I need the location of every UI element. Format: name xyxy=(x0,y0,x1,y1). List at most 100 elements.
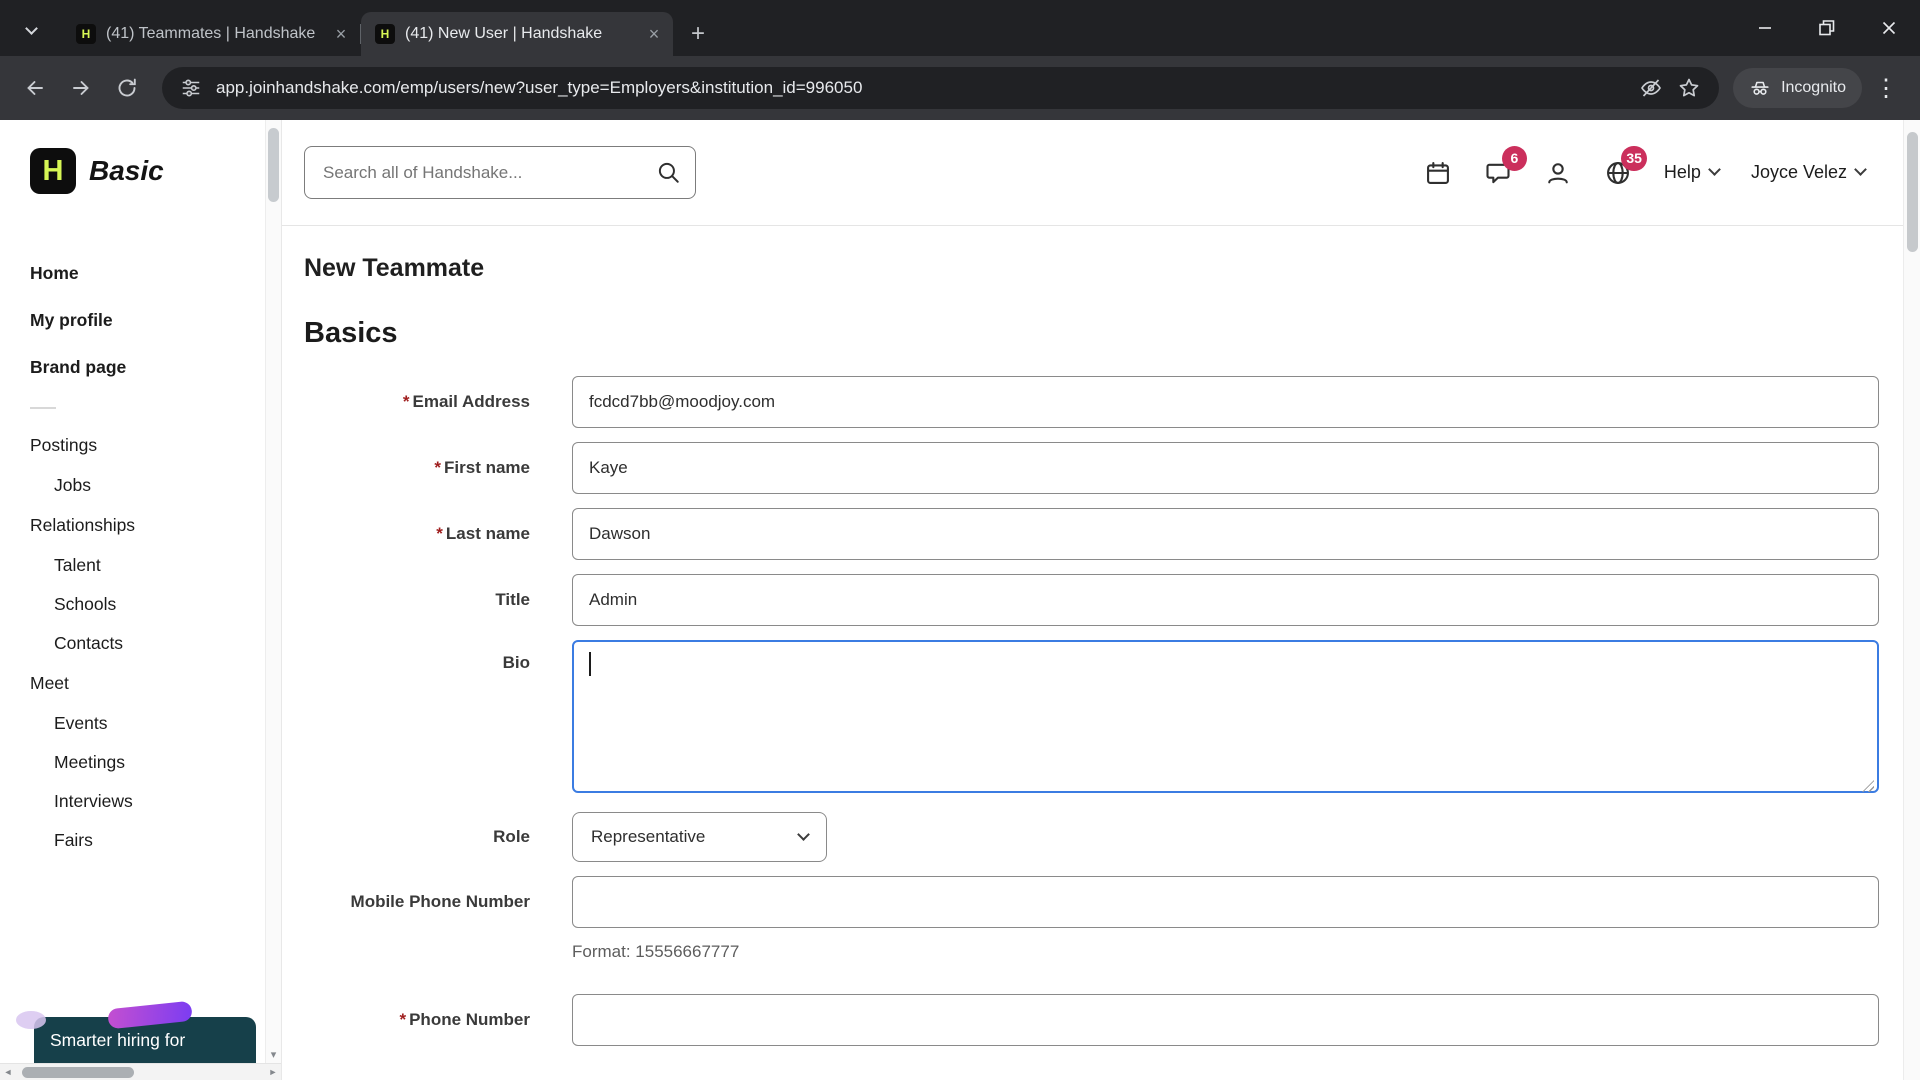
scroll-left-icon[interactable]: ◄ xyxy=(0,1064,16,1080)
forward-button[interactable] xyxy=(60,67,102,109)
reload-button[interactable] xyxy=(106,67,148,109)
sidebar-nav: Home My profile Brand page Postings Jobs… xyxy=(0,250,281,860)
sidebar-item-interviews[interactable]: Interviews xyxy=(0,782,281,821)
logo[interactable]: H Basic xyxy=(30,148,281,194)
scroll-right-icon[interactable]: ► xyxy=(265,1064,281,1080)
url-text[interactable]: app.joinhandshake.com/emp/users/new?user… xyxy=(216,78,1625,98)
tab-close-icon[interactable]: × xyxy=(643,23,665,45)
sidebar-divider xyxy=(30,407,56,409)
browser-menu-button[interactable]: ⋮ xyxy=(1866,74,1906,103)
text-caret xyxy=(589,652,591,676)
restore-button[interactable] xyxy=(1796,0,1858,56)
role-value: Representative xyxy=(591,827,706,846)
email-row: * Email Address xyxy=(282,376,1879,428)
help-label: Help xyxy=(1663,162,1701,182)
required-mark: * xyxy=(436,524,443,543)
bio-field[interactable] xyxy=(572,640,1879,793)
scrollbar-thumb[interactable] xyxy=(268,128,279,202)
restore-icon xyxy=(1819,20,1835,36)
new-teammate-form: *Email Address *First name *Last name Ti… xyxy=(282,376,1903,1046)
tabs: H (41) Teammates | Handshake × H (41) Ne… xyxy=(62,12,715,56)
phone-field[interactable] xyxy=(572,994,1879,1046)
header-icons: 6 35 Help Joyce Velez xyxy=(1424,145,1867,187)
handshake-favicon: H xyxy=(375,24,395,44)
mobile-format-helper: Format: 15556667777 xyxy=(572,942,740,961)
role-select[interactable]: Representative xyxy=(572,812,827,862)
incognito-label: Incognito xyxy=(1781,79,1846,96)
user-menu[interactable]: Joyce Velez xyxy=(1750,162,1867,183)
sidebar-item-meetings[interactable]: Meetings xyxy=(0,743,281,782)
email-control xyxy=(572,376,1879,428)
tab-teammates[interactable]: H (41) Teammates | Handshake × xyxy=(62,12,360,56)
messages-badge: 6 xyxy=(1501,145,1527,171)
chevron-down-icon xyxy=(797,828,810,841)
messages-button[interactable]: 6 xyxy=(1484,145,1527,187)
tab-title: (41) New User | Handshake xyxy=(405,25,603,42)
sidebar-item-brand-page[interactable]: Brand page xyxy=(0,344,281,391)
back-button[interactable] xyxy=(14,67,56,109)
sidebar-item-events[interactable]: Events xyxy=(0,704,281,743)
sidebar-vertical-scrollbar[interactable]: ▾ xyxy=(265,120,281,1063)
email-field[interactable] xyxy=(572,376,1879,428)
calendar-button[interactable] xyxy=(1424,159,1452,187)
mobile-control xyxy=(572,876,1879,928)
scroll-down-icon[interactable]: ▾ xyxy=(266,1049,281,1061)
tab-search-button[interactable] xyxy=(16,13,46,43)
user-name: Joyce Velez xyxy=(1750,162,1847,182)
bio-row: Bio xyxy=(282,640,1879,798)
screen: H (41) Teammates | Handshake × H (41) Ne… xyxy=(0,0,1920,1080)
promo-decoration xyxy=(107,1000,193,1030)
scrollbar-thumb[interactable] xyxy=(1907,132,1918,252)
search xyxy=(304,146,696,199)
sidebar-item-meet[interactable]: Meet xyxy=(0,663,281,704)
profile-button[interactable] xyxy=(1544,159,1572,187)
promo-banner[interactable]: Smarter hiring for xyxy=(16,1000,256,1063)
mobile-field[interactable] xyxy=(572,876,1879,928)
bookmark-star-icon[interactable] xyxy=(1677,76,1701,100)
new-tab-button[interactable]: + xyxy=(681,17,715,51)
eye-off-icon[interactable] xyxy=(1639,76,1663,100)
close-icon xyxy=(1882,21,1896,35)
sidebar-item-postings[interactable]: Postings xyxy=(0,425,281,466)
notifications-button[interactable]: 35 xyxy=(1604,145,1647,187)
mobile-row: Mobile Phone Number xyxy=(282,876,1879,928)
address-bar[interactable]: app.joinhandshake.com/emp/users/new?user… xyxy=(162,67,1720,109)
sidebar-item-my-profile[interactable]: My profile xyxy=(0,297,281,344)
tab-close-icon[interactable]: × xyxy=(330,23,352,45)
main-content: 6 35 Help Joyce Velez New Te xyxy=(282,120,1903,1080)
scrollbar-thumb[interactable] xyxy=(22,1067,134,1078)
first-name-control xyxy=(572,442,1879,494)
title-row: Title xyxy=(282,574,1879,626)
sidebar-item-home[interactable]: Home xyxy=(0,250,281,297)
last-name-field[interactable] xyxy=(572,508,1879,560)
sidebar-item-relationships[interactable]: Relationships xyxy=(0,505,281,546)
sidebar-item-fairs[interactable]: Fairs xyxy=(0,821,281,860)
main-scrollbar[interactable] xyxy=(1903,120,1920,1080)
tab-new-user[interactable]: H (41) New User | Handshake × xyxy=(361,12,673,56)
close-button[interactable] xyxy=(1858,0,1920,56)
first-name-row: * First name xyxy=(282,442,1879,494)
first-name-field[interactable] xyxy=(572,442,1879,494)
incognito-badge: Incognito xyxy=(1733,68,1862,108)
help-menu[interactable]: Help xyxy=(1663,162,1721,183)
tab-title: (41) Teammates | Handshake xyxy=(106,25,316,42)
sidebar-item-talent[interactable]: Talent xyxy=(0,546,281,585)
search-input[interactable] xyxy=(304,146,696,199)
search-icon xyxy=(655,159,681,190)
sidebar-horizontal-scrollbar[interactable]: ◄ ► xyxy=(0,1063,281,1080)
reload-icon xyxy=(118,78,136,97)
sidebar-item-jobs[interactable]: Jobs xyxy=(0,466,281,505)
role-control: Representative xyxy=(572,812,1879,862)
site-info-icon[interactable] xyxy=(180,77,202,99)
bio-control xyxy=(572,640,1879,798)
minimize-button[interactable] xyxy=(1734,0,1796,56)
notifications-badge: 35 xyxy=(1621,145,1647,171)
app-header: 6 35 Help Joyce Velez xyxy=(282,120,1903,226)
title-control xyxy=(572,574,1879,626)
sidebar: H Basic Home My profile Brand page Posti… xyxy=(0,120,282,1080)
window-controls xyxy=(1734,0,1920,56)
title-field[interactable] xyxy=(572,574,1879,626)
last-name-label: * Last name xyxy=(436,524,530,543)
sidebar-item-contacts[interactable]: Contacts xyxy=(0,624,281,663)
sidebar-item-schools[interactable]: Schools xyxy=(0,585,281,624)
